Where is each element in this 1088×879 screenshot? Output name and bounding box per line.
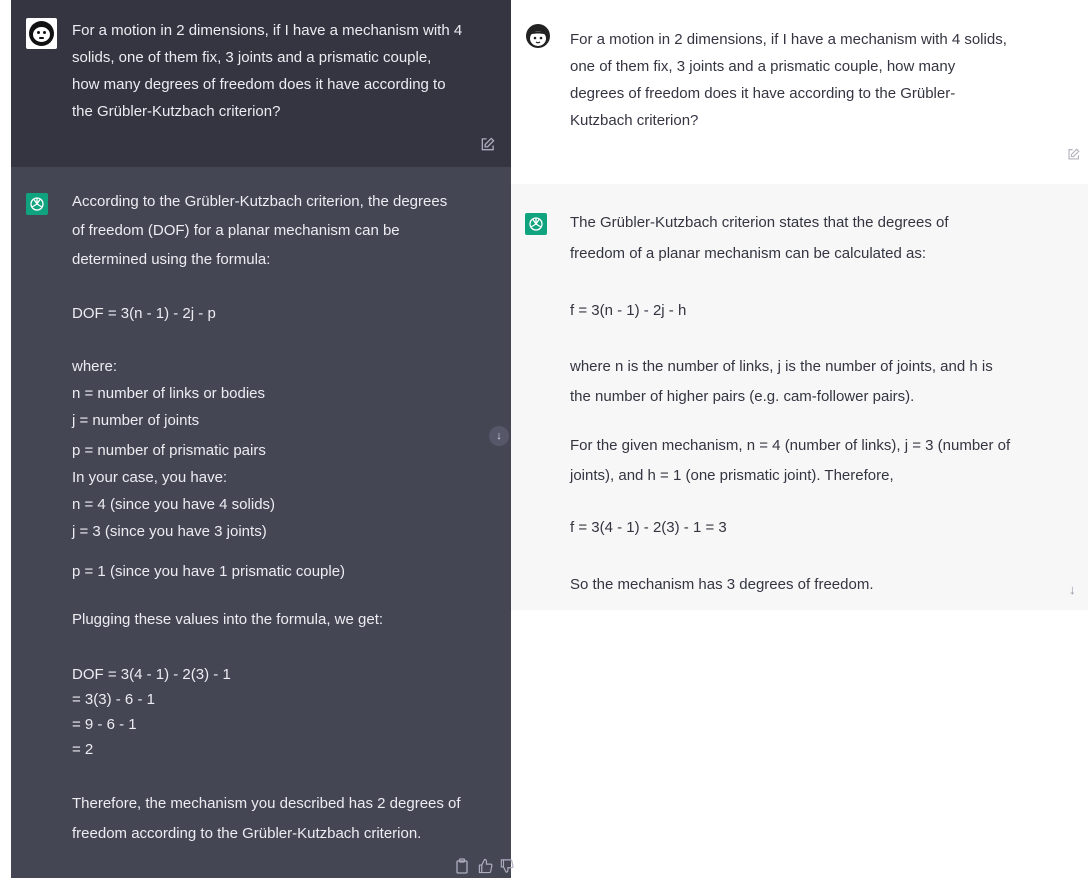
assistant-message-block: The Grübler-Kutzbach criterion states th… <box>511 184 1088 610</box>
assistant-text-line: where n is the number of links, j is the… <box>570 358 993 375</box>
formula-line: DOF = 3(4 - 1) - 2(3) - 1 <box>72 666 231 683</box>
formula-line: f = 3(n - 1) - 2j - h <box>570 302 687 319</box>
user-message-line: For a motion in 2 dimensions, if I have … <box>570 31 1007 48</box>
formula-line: = 9 - 6 - 1 <box>72 716 137 733</box>
user-message-line: Kutzbach criterion? <box>570 112 699 129</box>
assistant-text-line: Therefore, the mechanism you described h… <box>72 795 461 812</box>
chat-panel-light: For a motion in 2 dimensions, if I have … <box>511 0 1088 610</box>
assistant-text-line: Plugging these values into the formula, … <box>72 611 384 628</box>
user-message-block: For a motion in 2 dimensions, if I have … <box>11 0 511 167</box>
user-message-line: For a motion in 2 dimensions, if I have … <box>72 22 463 39</box>
assistant-text-line: According to the Grübler-Kutzbach criter… <box>72 193 448 210</box>
assistant-text-line: where: <box>72 358 118 375</box>
formula-line: DOF = 3(n - 1) - 2j - p <box>72 305 216 322</box>
chat-panel-dark: For a motion in 2 dimensions, if I have … <box>11 0 514 879</box>
assistant-text-line: freedom of a planar mechanism can be cal… <box>570 245 927 262</box>
edit-icon[interactable] <box>480 137 495 157</box>
formula-line: = 2 <box>72 741 94 758</box>
assistant-avatar <box>525 213 547 235</box>
user-message-line: how many degrees of freedom does it have… <box>72 76 446 93</box>
thumbs-down-icon[interactable] <box>500 858 514 879</box>
user-avatar <box>26 18 57 49</box>
assistant-text-line: j = number of joints <box>72 412 200 429</box>
assistant-text-line: In your case, you have: <box>72 469 228 486</box>
clipboard-icon[interactable] <box>455 858 469 879</box>
assistant-text-line: For the given mechanism, n = 4 (number o… <box>570 437 1011 454</box>
assistant-text-line: j = 3 (since you have 3 joints) <box>72 523 267 540</box>
user-message-line: degrees of freedom does it have accordin… <box>570 85 956 102</box>
user-message-block: For a motion in 2 dimensions, if I have … <box>511 0 1088 184</box>
assistant-text-line: n = number of links or bodies <box>72 385 266 402</box>
arrow-down-icon: ↓ <box>1069 582 1076 597</box>
thumbs-up-icon[interactable] <box>478 858 493 879</box>
scroll-down-button[interactable]: ↓ <box>1069 582 1076 597</box>
assistant-text-line: So the mechanism has 3 degrees of freedo… <box>570 576 874 593</box>
assistant-message-block: According to the Grübler-Kutzbach criter… <box>11 167 511 878</box>
assistant-text-line: determined using the formula: <box>72 251 271 268</box>
assistant-text-line: p = number of prismatic pairs <box>72 442 266 459</box>
user-message-line: the Grübler-Kutzbach criterion? <box>72 103 281 120</box>
assistant-text-line: the number of higher pairs (e.g. cam-fol… <box>570 388 915 405</box>
assistant-avatar <box>26 193 48 215</box>
formula-line: f = 3(4 - 1) - 2(3) - 1 = 3 <box>570 519 727 536</box>
assistant-text-line: p = 1 (since you have 1 prismatic couple… <box>72 563 346 580</box>
assistant-text-line: joints), and h = 1 (one prismatic joint)… <box>570 467 894 484</box>
assistant-text-line: freedom according to the Grübler-Kutzbac… <box>72 825 422 842</box>
arrow-down-icon: ↓ <box>496 430 502 442</box>
user-avatar <box>525 23 551 49</box>
user-message-line: solids, one of them fix, 3 joints and a … <box>72 49 432 66</box>
assistant-text-line: n = 4 (since you have 4 solids) <box>72 496 276 513</box>
user-message-line: one of them fix, 3 joints and a prismati… <box>570 58 956 75</box>
edit-icon[interactable] <box>1067 148 1080 166</box>
assistant-text-line: of freedom (DOF) for a planar mechanism … <box>72 222 400 239</box>
scroll-down-button[interactable]: ↓ <box>489 426 509 446</box>
assistant-text-line: The Grübler-Kutzbach criterion states th… <box>570 214 949 231</box>
formula-line: = 3(3) - 6 - 1 <box>72 691 155 708</box>
